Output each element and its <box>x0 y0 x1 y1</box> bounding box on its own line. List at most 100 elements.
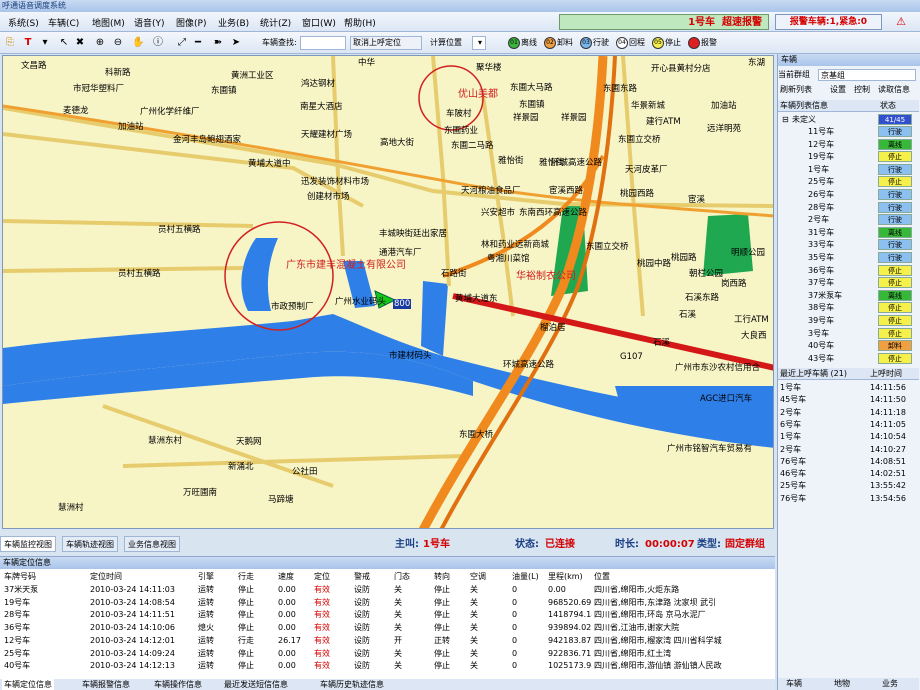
table-cell[interactable]: 行走 <box>238 635 276 647</box>
table-cell[interactable]: 停止 <box>238 648 276 660</box>
table-cell[interactable]: 正转 <box>434 635 468 647</box>
call-list-item[interactable]: 45号车 14:11:50 <box>778 394 919 406</box>
menu-item[interactable]: 车辆(C) <box>48 16 79 29</box>
zoom-out-icon[interactable]: ⊖ <box>112 36 124 50</box>
vehicle-list-item[interactable]: 28号车 行驶 <box>778 201 919 214</box>
table-cell[interactable]: 2010-03-24 14:12:01 <box>90 635 196 647</box>
table-cell[interactable]: 2010-03-24 14:08:54 <box>90 597 196 609</box>
menu-item[interactable]: 业务(B) <box>218 16 249 29</box>
vehicle-list-item[interactable]: 26号车 行驶 <box>778 189 919 201</box>
table-cell[interactable]: 四川省,绵阳市,火炬东路 <box>594 584 772 596</box>
call-list-item[interactable]: 46号车 14:02:51 <box>778 468 919 480</box>
table-cell[interactable]: 四川省,绵阳市,榴家湾 四川省科学城 <box>594 635 772 647</box>
table-cell[interactable]: 四川省,绵阳市,游仙镇 游仙镇人民政 <box>594 660 772 672</box>
table-cell[interactable]: 停止 <box>238 584 276 596</box>
table-cell[interactable]: 0 <box>512 597 546 609</box>
table-cell[interactable]: 关 <box>394 609 432 621</box>
bottom-tab-0[interactable]: 车辆定位信息 <box>2 679 54 690</box>
table-cell[interactable]: 停止 <box>434 597 468 609</box>
table-cell[interactable]: 942183.87 <box>548 635 592 647</box>
table-cell[interactable]: 设防 <box>354 597 392 609</box>
bottom-tab-4[interactable]: 车辆历史轨迹信息 <box>318 679 386 690</box>
vehicle-list-item[interactable]: 19号车 停止 <box>778 151 919 163</box>
table-cell[interactable]: 关 <box>470 660 510 672</box>
table-cell[interactable]: 0 <box>512 584 546 596</box>
table-cell[interactable]: 0 <box>512 622 546 634</box>
status-filter-button[interactable]: 05 停止 <box>652 36 681 50</box>
table-cell[interactable]: 1418794.18 <box>548 609 592 621</box>
table-cell[interactable]: 停止 <box>238 660 276 672</box>
tab-vehicle-track[interactable]: 车辆轨迹视图 <box>62 536 118 552</box>
table-cell[interactable]: 12号车 <box>4 635 88 647</box>
table-cell[interactable]: 有效 <box>314 648 352 660</box>
table-cell[interactable]: 37米天泵 <box>4 584 88 596</box>
control-button[interactable]: 控制 <box>854 84 870 96</box>
vehicle-list-item[interactable]: 40号车 卸料 <box>778 340 919 352</box>
table-cell[interactable]: 四川省,绵阳市,东津路 沈家坝 武引 <box>594 597 772 609</box>
call-list-item[interactable]: 2号车 14:10:27 <box>778 444 919 456</box>
table-cell[interactable]: 停止 <box>434 622 468 634</box>
table-cell[interactable]: 939894.02 <box>548 622 592 634</box>
vehicle-search-input[interactable] <box>300 36 346 50</box>
call-list-item[interactable]: 1号车 14:11:56 <box>778 382 919 394</box>
table-cell[interactable]: 0.00 <box>278 584 312 596</box>
table-cell[interactable]: 0 <box>512 635 546 647</box>
menu-item[interactable]: 帮助(H) <box>344 16 376 29</box>
select-icon[interactable]: ✖ <box>74 36 86 50</box>
table-cell[interactable]: 关 <box>394 648 432 660</box>
table-cell[interactable]: 运转 <box>198 660 236 672</box>
table-cell[interactable]: 2010-03-24 14:10:06 <box>90 622 196 634</box>
table-cell[interactable]: 0 <box>512 648 546 660</box>
table-cell[interactable]: 有效 <box>314 660 352 672</box>
table-cell[interactable]: 设防 <box>354 635 392 647</box>
vehicle-list-item[interactable]: 31号车 离线 <box>778 226 919 239</box>
table-cell[interactable]: 922836.71 <box>548 648 592 660</box>
read-info-button[interactable]: 读取信息 <box>878 84 910 96</box>
vehicle-list-item[interactable]: 35号车 行驶 <box>778 252 919 264</box>
table-cell[interactable]: 0.00 <box>278 660 312 672</box>
pan-icon[interactable]: ✋ <box>132 36 144 50</box>
vehicle-list-item[interactable]: 3号车 停止 <box>778 327 919 340</box>
call-list-item[interactable]: 1号车 14:10:54 <box>778 431 919 443</box>
table-cell[interactable]: 1025173.98 <box>548 660 592 672</box>
table-cell[interactable]: 有效 <box>314 597 352 609</box>
table-cell[interactable]: 36号车 <box>4 622 88 634</box>
tree-collapse-icon[interactable]: ⊟ <box>782 114 789 126</box>
info-icon[interactable]: ⓘ <box>152 36 164 50</box>
table-cell[interactable]: 运转 <box>198 648 236 660</box>
table-cell[interactable]: 停止 <box>434 584 468 596</box>
table-cell[interactable]: 运转 <box>198 635 236 647</box>
vehicle-list-item[interactable]: 2号车 行驶 <box>778 214 919 226</box>
table-cell[interactable]: 关 <box>394 597 432 609</box>
table-cell[interactable]: 26.17 <box>278 635 312 647</box>
menu-item[interactable]: 语音(Y) <box>134 16 165 29</box>
route-icon[interactable]: ➤ <box>230 36 242 50</box>
geofence-circle-company[interactable] <box>224 221 334 331</box>
table-cell[interactable]: 运转 <box>198 609 236 621</box>
table-cell[interactable]: 关 <box>470 597 510 609</box>
table-cell[interactable]: 四川省,江油市,谢家大院 <box>594 622 772 634</box>
call-list-item[interactable]: 2号车 14:11:18 <box>778 407 919 419</box>
table-cell[interactable]: 2010-03-24 14:11:51 <box>90 609 196 621</box>
table-cell[interactable]: 关 <box>394 660 432 672</box>
table-cell[interactable]: 2010-03-24 14:09:24 <box>90 648 196 660</box>
menu-item[interactable]: 系统(S) <box>8 16 39 29</box>
panel-tab-1[interactable]: 地物 <box>834 678 850 690</box>
print-icon[interactable]: ⎘ <box>4 36 16 50</box>
bottom-tab-1[interactable]: 车辆报警信息 <box>80 679 132 690</box>
table-cell[interactable]: 运转 <box>198 597 236 609</box>
table-cell[interactable]: 关 <box>470 622 510 634</box>
table-cell[interactable]: 0.00 <box>278 609 312 621</box>
zoom-in-icon[interactable]: ⊕ <box>94 36 106 50</box>
tab-business-info[interactable]: 业务信息视图 <box>124 536 180 552</box>
table-cell[interactable]: 停止 <box>238 609 276 621</box>
status-filter-button[interactable]: 03 行驶 <box>580 36 609 50</box>
pointer-icon[interactable]: ↖ <box>58 36 70 50</box>
table-cell[interactable]: 0 <box>512 609 546 621</box>
table-cell[interactable]: 28号车 <box>4 609 88 621</box>
locate-icon[interactable]: ➽ <box>212 36 224 50</box>
vehicle-list-item[interactable]: 38号车 停止 <box>778 302 919 314</box>
panel-tab-0[interactable]: 车辆 <box>786 678 802 690</box>
menu-item[interactable]: 地图(M) <box>92 16 125 29</box>
vehicle-list-item[interactable]: 36号车 停止 <box>778 264 919 277</box>
